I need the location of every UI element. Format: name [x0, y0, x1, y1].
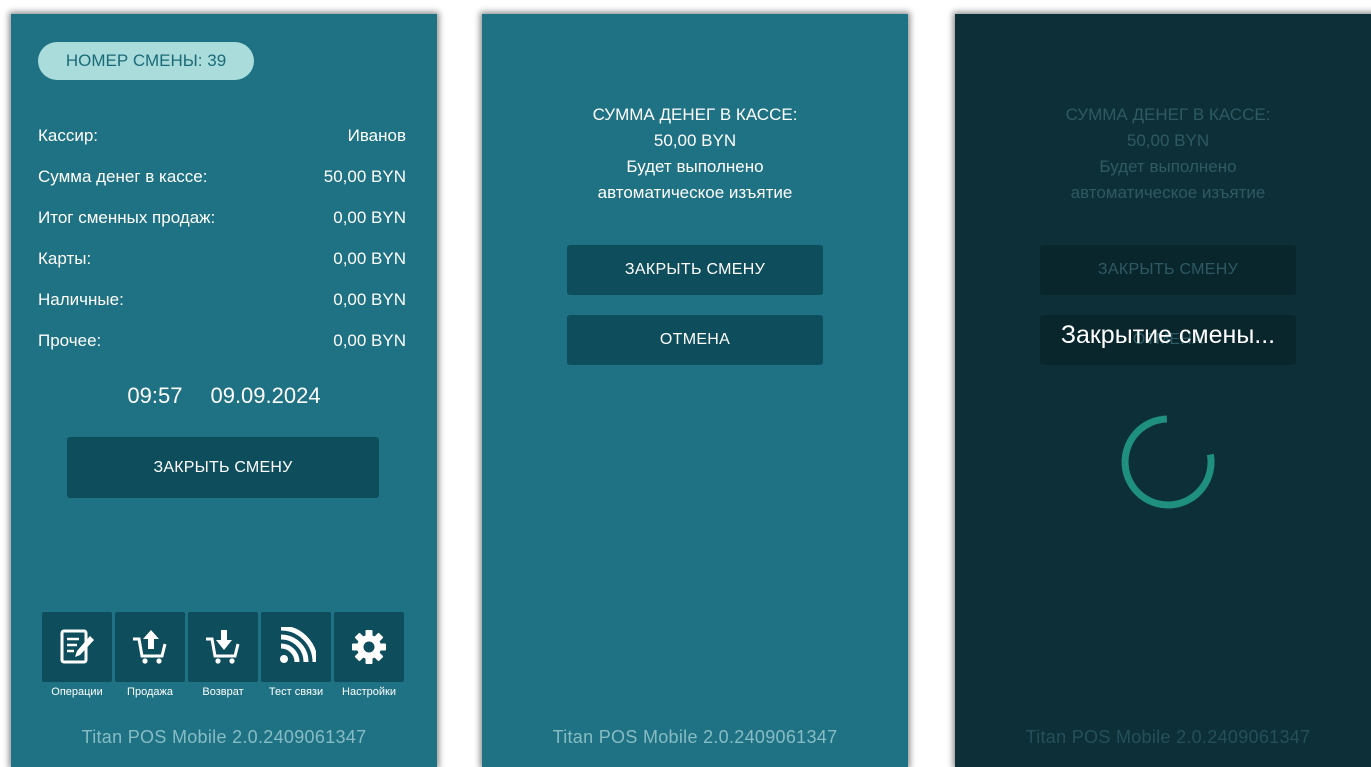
- tab-operations[interactable]: [42, 612, 112, 682]
- tab-operations-label: Операции: [51, 686, 103, 698]
- cards-label: Карты:: [38, 249, 92, 268]
- gear-icon: [352, 630, 386, 664]
- message-line: Будет выполнено: [626, 157, 764, 176]
- cash-label: Наличные:: [38, 290, 124, 309]
- cash-amount-label: Сумма денег в кассе:: [38, 167, 208, 186]
- app-version: Titan POS Mobile 2.0.2409061347: [1025, 727, 1311, 747]
- cashier-value: Иванов: [347, 126, 406, 145]
- loading-spinner-icon: [1121, 415, 1215, 509]
- signal-icon: [280, 627, 316, 663]
- message-line: автоматическое изъятие: [597, 183, 793, 202]
- tab-connection-test[interactable]: [261, 612, 331, 682]
- close-shift-button[interactable]: ЗАКРЫТЬ СМЕНУ: [67, 437, 379, 498]
- shift-sales-row: Итог сменных продаж: 0,00 BYN: [38, 206, 406, 230]
- confirm-message: СУММА ДЕНЕГ В КАССЕ: 50,00 BYN Будет вып…: [955, 102, 1371, 206]
- cash-row: Наличные: 0,00 BYN: [38, 288, 406, 312]
- cash-amount-value: 50,00 BYN: [323, 167, 406, 186]
- shift-sales-value: 0,00 BYN: [333, 208, 406, 227]
- tab-settings[interactable]: [334, 612, 404, 682]
- cash-amount-row: Сумма денег в кассе: 50,00 BYN: [38, 165, 406, 189]
- confirm-close-shift-button-disabled: ЗАКРЫТЬ СМЕНУ: [1040, 245, 1296, 295]
- time-display: 09:57: [127, 383, 183, 408]
- cart-download-icon: [206, 630, 240, 664]
- message-line: автоматическое изъятие: [1070, 183, 1266, 202]
- message-line: Будет выполнено: [1099, 157, 1237, 176]
- close-shift-confirm-screen: СУММА ДЕНЕГ В КАССЕ: 50,00 BYN Будет вып…: [482, 14, 908, 767]
- shift-info-screen: НОМЕР СМЕНЫ: 39 Кассир: Иванов Сумма ден…: [11, 14, 437, 767]
- confirm-close-shift-button[interactable]: ЗАКРЫТЬ СМЕНУ: [567, 245, 823, 295]
- other-value: 0,00 BYN: [333, 331, 406, 350]
- tab-sale-label: Продажа: [127, 686, 173, 698]
- app-version: Titan POS Mobile 2.0.2409061347: [552, 727, 838, 747]
- cashier-row: Кассир: Иванов: [38, 124, 406, 148]
- message-line: 50,00 BYN: [1126, 131, 1210, 150]
- message-line: СУММА ДЕНЕГ В КАССЕ:: [1065, 105, 1271, 124]
- cancel-button[interactable]: ОТМЕНА: [567, 315, 823, 365]
- cards-value: 0,00 BYN: [333, 249, 406, 268]
- datetime: 09:57 09.09.2024: [11, 382, 437, 410]
- cards-row: Карты: 0,00 BYN: [38, 247, 406, 271]
- closing-shift-loading-screen: СУММА ДЕНЕГ В КАССЕ: 50,00 BYN Будет вып…: [955, 14, 1371, 767]
- app-version: Titan POS Mobile 2.0.2409061347: [81, 727, 367, 747]
- cart-upload-icon: [133, 630, 167, 664]
- message-line: СУММА ДЕНЕГ В КАССЕ:: [592, 105, 798, 124]
- tab-sale[interactable]: [115, 612, 185, 682]
- tab-settings-label: Настройки: [342, 686, 396, 698]
- tab-return[interactable]: [188, 612, 258, 682]
- message-line: 50,00 BYN: [653, 131, 737, 150]
- tab-connection-test-label: Тест связи: [268, 686, 324, 698]
- cashier-label: Кассир:: [38, 126, 99, 145]
- tab-return-label: Возврат: [202, 686, 244, 698]
- other-row: Прочее: 0,00 BYN: [38, 329, 406, 353]
- date-display: 09.09.2024: [210, 383, 321, 408]
- confirm-message: СУММА ДЕНЕГ В КАССЕ: 50,00 BYN Будет вып…: [482, 102, 908, 206]
- shift-sales-label: Итог сменных продаж:: [38, 208, 216, 227]
- loading-message: Закрытие смены...: [1060, 321, 1276, 349]
- shift-number-badge: НОМЕР СМЕНЫ: 39: [38, 42, 254, 80]
- cash-value: 0,00 BYN: [333, 290, 406, 309]
- other-label: Прочее:: [38, 331, 102, 350]
- edit-document-icon: [60, 629, 94, 664]
